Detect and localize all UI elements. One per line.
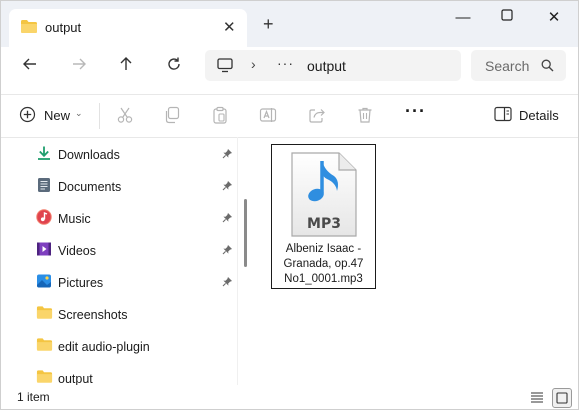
file-item[interactable]: MP3 Albeniz Isaac - Granada, op.47 No1_0… — [271, 144, 376, 289]
paste-icon[interactable] — [211, 106, 229, 127]
pin-icon — [222, 180, 233, 194]
mp3-badge: MP3 — [307, 216, 341, 232]
sidebar-item-downloads[interactable]: Downloads — [1, 139, 238, 169]
delete-icon[interactable] — [356, 106, 374, 127]
file-list: MP3 Albeniz Isaac - Granada, op.47 No1_0… — [255, 137, 578, 385]
pin-icon — [222, 148, 233, 162]
refresh-icon — [168, 57, 180, 70]
status-bar: 1 item — [1, 385, 578, 409]
sidebar-item-pictures[interactable]: Pictures — [1, 267, 238, 297]
breadcrumb-more-button[interactable]: ··· — [277, 55, 294, 71]
computer-icon — [217, 58, 233, 76]
forward-arrow-icon — [73, 58, 86, 70]
minimize-button[interactable]: — — [453, 9, 473, 26]
plus-circle-icon — [19, 106, 36, 126]
up-arrow-icon — [120, 57, 132, 70]
address-bar[interactable]: › ··· output — [205, 50, 461, 81]
sidebar-item-label: Documents — [58, 180, 122, 194]
close-tab-icon[interactable]: ✕ — [223, 18, 236, 36]
copy-icon[interactable] — [163, 106, 181, 127]
maximize-button[interactable] — [497, 8, 517, 25]
folder-icon — [20, 19, 38, 37]
back-button[interactable] — [20, 56, 40, 77]
more-options-button[interactable]: ··· — [405, 101, 426, 122]
details-label: Details — [519, 108, 559, 123]
tiles-view-icon — [556, 392, 568, 404]
file-explorer-window: output ✕ + — ✕ › ··· output Search New ⌄… — [0, 0, 579, 410]
sidebar-item-label: Videos — [58, 244, 96, 258]
download-icon — [36, 145, 52, 161]
address-row: › ··· output Search — [1, 47, 578, 87]
search-input[interactable]: Search — [485, 58, 529, 74]
share-icon[interactable] — [308, 106, 326, 127]
folder-icon — [36, 369, 53, 385]
sidebar-item-label: Screenshots — [58, 308, 128, 322]
pane-divider[interactable] — [237, 137, 238, 385]
cut-icon[interactable] — [116, 106, 134, 127]
details-view-button[interactable] — [528, 388, 546, 406]
new-tab-button[interactable]: + — [263, 14, 274, 35]
pin-icon — [222, 276, 233, 290]
mp3-file-icon: MP3 — [289, 151, 359, 242]
sidebar-item-label: output — [58, 372, 93, 385]
pin-icon — [222, 244, 233, 258]
sidebar-item-music[interactable]: Music — [1, 203, 238, 233]
new-button-label: New — [44, 108, 71, 123]
command-bar: New ⌄ ··· Details — [1, 94, 578, 138]
sidebar-item-output[interactable]: output — [1, 363, 238, 385]
sidebar-item-screenshots[interactable]: Screenshots — [1, 299, 238, 329]
search-icon — [541, 59, 554, 75]
sidebar-item-label: edit audio-plugin — [58, 340, 150, 354]
refresh-button[interactable] — [164, 56, 184, 77]
videos-icon — [36, 241, 52, 257]
tab-title: output — [45, 20, 82, 35]
large-icons-view-button[interactable] — [552, 388, 572, 408]
navigation-pane: Downloads Documents Music Videos Picture… — [1, 137, 238, 385]
folder-icon — [36, 337, 53, 353]
back-arrow-icon — [23, 58, 36, 70]
sidebar-item-label: Downloads — [58, 148, 120, 162]
pictures-icon — [36, 273, 52, 289]
title-bar: output ✕ + — ✕ — [1, 1, 578, 47]
documents-icon — [36, 177, 52, 193]
sidebar-item-documents[interactable]: Documents — [1, 171, 238, 201]
item-count: 1 item — [17, 390, 50, 404]
folder-icon — [36, 305, 53, 321]
file-name: Albeniz Isaac - Granada, op.47 No1_0001.… — [283, 243, 364, 285]
forward-button[interactable] — [69, 56, 89, 77]
sidebar-scrollbar[interactable] — [244, 199, 247, 267]
pin-icon — [222, 212, 233, 226]
chevron-right-icon[interactable]: › — [251, 56, 256, 72]
breadcrumb-output[interactable]: output — [307, 58, 346, 74]
list-view-icon — [531, 392, 543, 403]
sidebar-item-label: Pictures — [58, 276, 104, 290]
music-icon — [36, 209, 52, 225]
toolbar-divider — [99, 103, 100, 129]
sidebar-item-videos[interactable]: Videos — [1, 235, 238, 265]
chevron-down-icon: ⌄ — [75, 108, 83, 118]
up-button[interactable] — [116, 56, 136, 77]
close-window-button[interactable]: ✕ — [544, 8, 564, 26]
tab-output[interactable]: output ✕ — [9, 9, 247, 47]
sidebar-item-edit-audio-plugin[interactable]: edit audio-plugin — [1, 331, 238, 361]
search-box[interactable]: Search — [471, 50, 566, 81]
details-pane-icon — [494, 106, 512, 125]
rename-icon[interactable] — [259, 106, 277, 127]
sidebar-item-label: Music — [58, 212, 91, 226]
maximize-icon — [501, 9, 513, 21]
